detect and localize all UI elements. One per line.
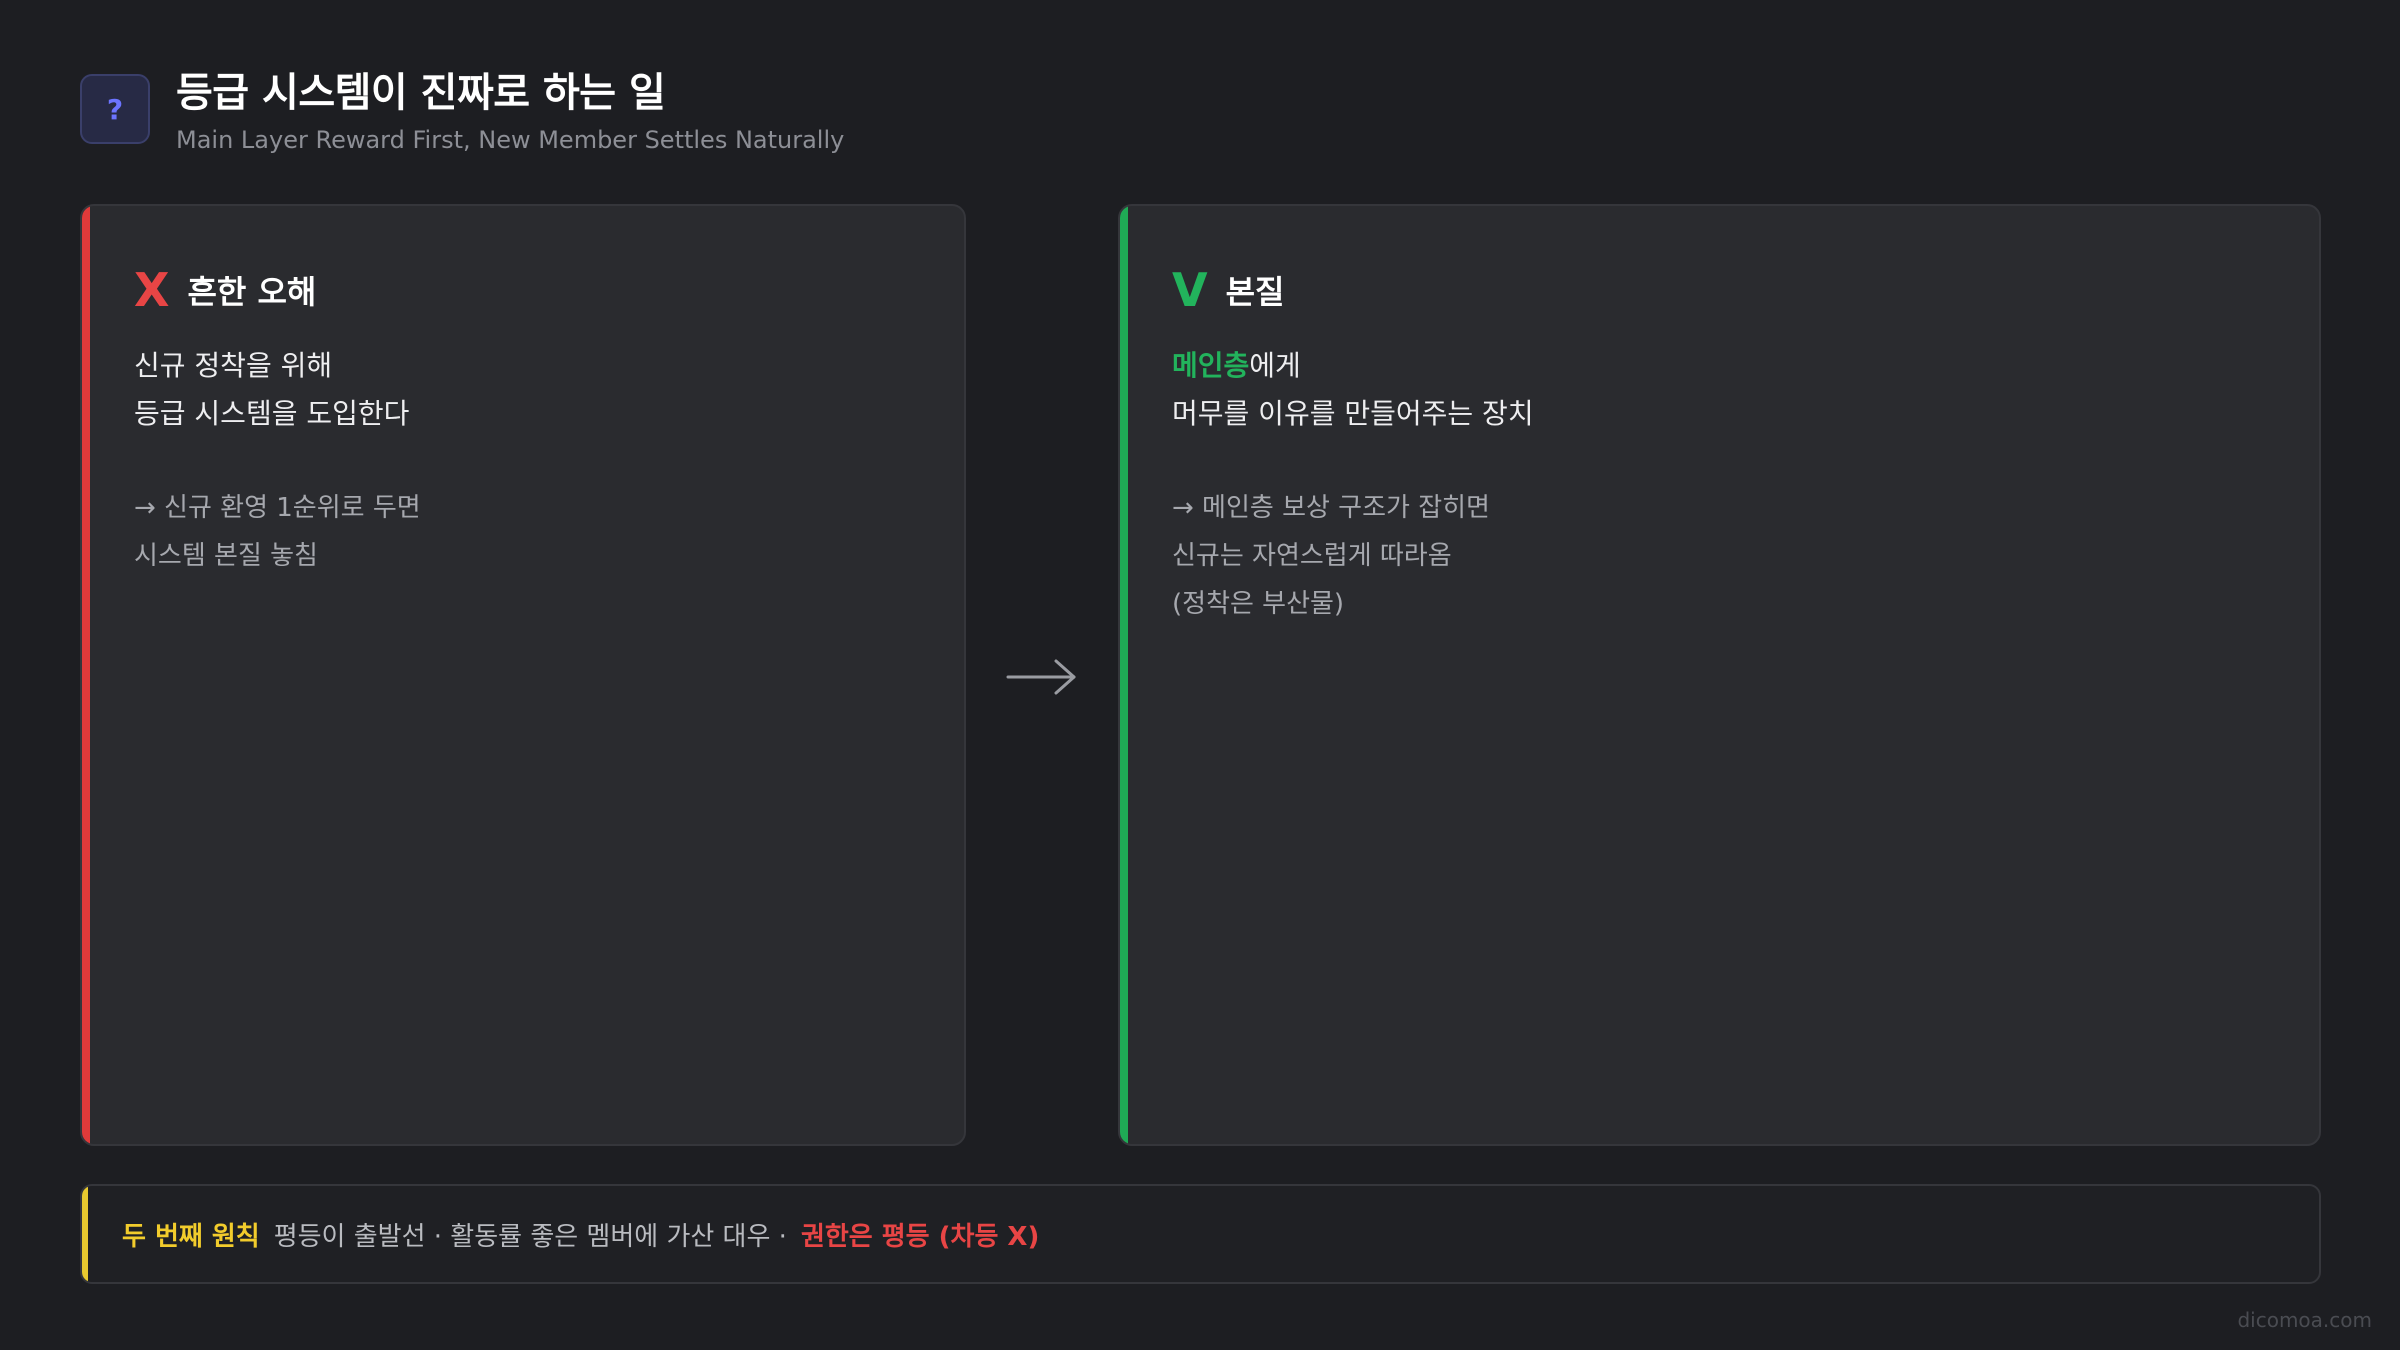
essence-body-line: 메인층에게 <box>1172 342 2279 390</box>
essence-body-line: 머무를 이유를 만들어주는 장치 <box>1172 397 1534 430</box>
principle-emphasis: 권한은 평등 (차등 X) <box>800 1221 1040 1252</box>
principle-text: 평등이 출발선 · 활동률 좋은 멤버에 가산 대우 · <box>273 1221 787 1252</box>
cross-icon: X <box>134 263 170 317</box>
arrow-right-icon <box>1006 659 1076 695</box>
essence-note-line: → 메인층 보상 구조가 잡히면 <box>1172 493 1490 523</box>
misconception-note-line: → 신규 환영 1순위로 두면 <box>134 493 421 523</box>
watermark: dicomoa.com <box>2237 1308 2372 1332</box>
misconception-body: 신규 정착을 위해 등급 시스템을 도입한다 <box>134 342 924 438</box>
principle-label: 두 번째 원칙 <box>122 1221 260 1252</box>
misconception-body-line: 등급 시스템을 도입한다 <box>134 397 410 430</box>
essence-card-header: V 본질 <box>1172 260 2279 320</box>
essence-title: 본질 <box>1225 273 1285 311</box>
essence-card: V 본질 메인층에게 머무를 이유를 만들어주는 장치 → 메인층 보상 구조가… <box>1118 204 2321 1146</box>
misconception-note-line: 시스템 본질 놓침 <box>134 541 318 571</box>
page-subtitle: Main Layer Reward First, New Member Sett… <box>176 126 845 154</box>
header: ? 등급 시스템이 진짜로 하는 일 Main Layer Reward Fir… <box>80 66 844 158</box>
misconception-body-line: 신규 정착을 위해 <box>134 349 333 382</box>
main-layer-highlight: 메인층 <box>1172 349 1250 382</box>
check-icon: V <box>1172 263 1208 317</box>
question-icon: ? <box>80 74 150 144</box>
principle-banner: 두 번째 원칙 평등이 출발선 · 활동률 좋은 멤버에 가산 대우 · 권한은… <box>80 1184 2321 1284</box>
essence-note: → 메인층 보상 구조가 잡히면 신규는 자연스럽게 따라옴 (정착은 부산물) <box>1172 484 2279 628</box>
essence-note-line: (정착은 부산물) <box>1172 589 1345 619</box>
essence-note-line: 신규는 자연스럽게 따라옴 <box>1172 541 1452 571</box>
misconception-card-header: X 흔한 오해 <box>134 260 924 320</box>
essence-body: 메인층에게 머무를 이유를 만들어주는 장치 <box>1172 342 2279 438</box>
misconception-note: → 신규 환영 1순위로 두면 시스템 본질 놓침 <box>134 484 924 580</box>
misconception-title: 흔한 오해 <box>187 273 317 311</box>
misconception-card: X 흔한 오해 신규 정착을 위해 등급 시스템을 도입한다 → 신규 환영 1… <box>80 204 966 1146</box>
essence-body-text: 에게 <box>1249 349 1301 382</box>
header-text: 등급 시스템이 진짜로 하는 일 Main Layer Reward First… <box>176 66 844 158</box>
page-title: 등급 시스템이 진짜로 하는 일 <box>176 70 666 116</box>
